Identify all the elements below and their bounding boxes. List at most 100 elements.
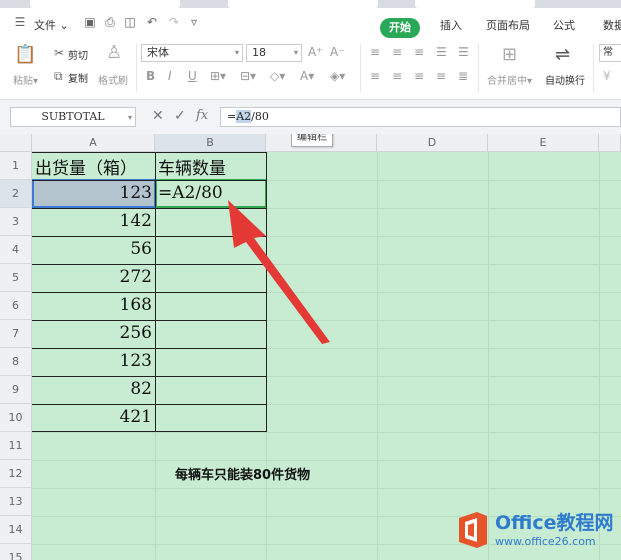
cell-a10[interactable]: 421	[32, 407, 155, 427]
merge-center-button[interactable]: 合并居中▾	[487, 72, 532, 87]
row-header-12[interactable]: 12	[0, 460, 32, 488]
scissors-icon[interactable]: ✂	[54, 47, 64, 59]
undo-icon[interactable]: ↶	[146, 16, 158, 28]
column-header-e[interactable]: E	[488, 134, 599, 152]
row-header-2[interactable]: 2	[0, 180, 32, 208]
insert-function-button[interactable]: fx	[196, 109, 208, 123]
font-size-select[interactable]: 18 ▾	[246, 44, 302, 62]
wrap-text-icon[interactable]: ⇌	[555, 46, 570, 64]
indent-icon[interactable]: ☰	[458, 46, 469, 58]
customize-toolbar-icon[interactable]: ▿	[188, 16, 200, 28]
spreadsheet-grid[interactable]: A B C D E 123456789101112131415 出货量（箱） 车…	[0, 134, 621, 560]
select-all-corner[interactable]	[0, 134, 32, 152]
number-format-select[interactable]: 常	[599, 44, 621, 62]
formula-bar: SUBTOTAL ▾ ✕ ✓ fx =A2/80	[0, 100, 621, 134]
justify-icon[interactable]: ≡	[436, 70, 446, 82]
watermark: Office教程网 www.office26.com	[455, 508, 615, 554]
underline-icon[interactable]: U	[188, 70, 197, 82]
ribbon-divider	[593, 44, 594, 92]
row-header-13[interactable]: 13	[0, 488, 32, 516]
decrease-font-icon[interactable]: A⁻	[330, 46, 345, 58]
window-tab[interactable]	[30, 0, 180, 8]
currency-icon[interactable]: ¥	[603, 70, 611, 82]
tab-formulas[interactable]: 公式	[553, 17, 575, 33]
row-header-1[interactable]: 1	[0, 152, 32, 180]
tab-home[interactable]: 开始	[380, 18, 420, 38]
cell-a3[interactable]: 142	[32, 211, 155, 231]
cell-a7[interactable]: 256	[32, 323, 155, 343]
row-header-15[interactable]: 15	[0, 544, 32, 560]
cell-b1[interactable]: 车辆数量	[158, 154, 226, 179]
ribbon-toolbar: 📋 粘贴▾ ✂ 剪切 ⧉ 复制 ♙ 格式刷 宋体 ▾ 18 ▾ A⁺ A⁻ B I …	[0, 38, 621, 100]
format-painter-button[interactable]: 格式刷	[98, 72, 128, 87]
column-header-a[interactable]: A	[32, 134, 155, 152]
italic-icon[interactable]: I	[168, 70, 172, 82]
fill-color-icon[interactable]: ◇▾	[270, 70, 285, 82]
copy-icon[interactable]: ⧉	[54, 70, 63, 82]
window-tab[interactable]	[228, 0, 378, 8]
increase-font-icon[interactable]: A⁺	[308, 46, 323, 58]
format-painter-icon[interactable]: ♙	[106, 44, 122, 62]
chevron-down-icon: ▾	[127, 113, 132, 122]
borders-icon[interactable]: ⊞▾	[210, 70, 226, 82]
align-bottom-icon[interactable]: ≡	[414, 46, 424, 58]
align-middle-icon[interactable]: ≡	[392, 46, 402, 58]
row-header-7[interactable]: 7	[0, 320, 32, 348]
print-icon[interactable]: ⎙	[104, 16, 116, 28]
column-header-b[interactable]: B	[155, 134, 266, 152]
cut-button[interactable]: 剪切	[68, 47, 88, 62]
bold-icon[interactable]: B	[146, 70, 155, 82]
row-header-14[interactable]: 14	[0, 516, 32, 544]
chevron-down-icon: ▾	[234, 48, 239, 57]
print-preview-icon[interactable]: ◫	[124, 16, 136, 28]
row-header-10[interactable]: 10	[0, 404, 32, 432]
row-header-4[interactable]: 4	[0, 236, 32, 264]
merge-center-icon[interactable]: ⊞	[502, 46, 517, 64]
font-name-select[interactable]: 宋体 ▾	[141, 44, 243, 62]
grid-line	[377, 152, 378, 560]
cancel-icon[interactable]: ✕	[152, 109, 164, 123]
cell-a8[interactable]: 123	[32, 351, 155, 371]
cell-a4[interactable]: 56	[32, 239, 155, 259]
align-top-icon[interactable]: ≡	[370, 46, 380, 58]
file-menu[interactable]: 文件 ⌄	[34, 17, 69, 33]
wrap-text-button[interactable]: 自动换行	[545, 72, 585, 87]
tab-insert[interactable]: 插入	[440, 17, 462, 33]
tab-page-layout[interactable]: 页面布局	[486, 17, 530, 33]
row-header-5[interactable]: 5	[0, 264, 32, 292]
cell-a1[interactable]: 出货量（箱）	[35, 154, 137, 179]
paste-icon[interactable]: 📋	[14, 46, 36, 64]
office-logo-icon	[459, 512, 487, 548]
copy-button[interactable]: 复制	[68, 70, 88, 85]
row-header-9[interactable]: 9	[0, 376, 32, 404]
cell-a5[interactable]: 272	[32, 267, 155, 287]
formula-input[interactable]: =A2/80	[220, 107, 621, 127]
row-header-6[interactable]: 6	[0, 292, 32, 320]
cell-a2[interactable]: 123	[32, 183, 155, 203]
hamburger-menu-icon[interactable]: ☰	[14, 16, 26, 28]
orientation-icon[interactable]: ☰	[436, 46, 447, 58]
name-box[interactable]: SUBTOTAL ▾	[10, 107, 136, 127]
row-header-3[interactable]: 3	[0, 208, 32, 236]
grid-line	[32, 432, 621, 433]
cell-a9[interactable]: 82	[32, 379, 155, 399]
row-header-11[interactable]: 11	[0, 432, 32, 460]
distributed-icon[interactable]: ≣	[458, 70, 468, 82]
row-header-8[interactable]: 8	[0, 348, 32, 376]
save-icon[interactable]: ▣	[84, 16, 96, 28]
align-right-icon[interactable]: ≡	[414, 70, 424, 82]
align-left-icon[interactable]: ≡	[370, 70, 380, 82]
window-tab[interactable]	[415, 0, 535, 8]
clear-format-icon[interactable]: ◈▾	[330, 70, 345, 82]
column-header-d[interactable]: D	[377, 134, 488, 152]
confirm-icon[interactable]: ✓	[174, 109, 186, 123]
redo-icon[interactable]: ↷	[168, 16, 180, 28]
cell-a6[interactable]: 168	[32, 295, 155, 315]
table-border	[32, 376, 266, 377]
tab-data[interactable]: 数据	[603, 17, 621, 33]
merge-style-icon[interactable]: ⊟▾	[240, 70, 256, 82]
paste-button[interactable]: 粘贴▾	[13, 72, 38, 87]
column-header-f[interactable]	[599, 134, 621, 152]
font-color-icon[interactable]: A▾	[300, 70, 314, 82]
align-center-icon[interactable]: ≡	[392, 70, 402, 82]
